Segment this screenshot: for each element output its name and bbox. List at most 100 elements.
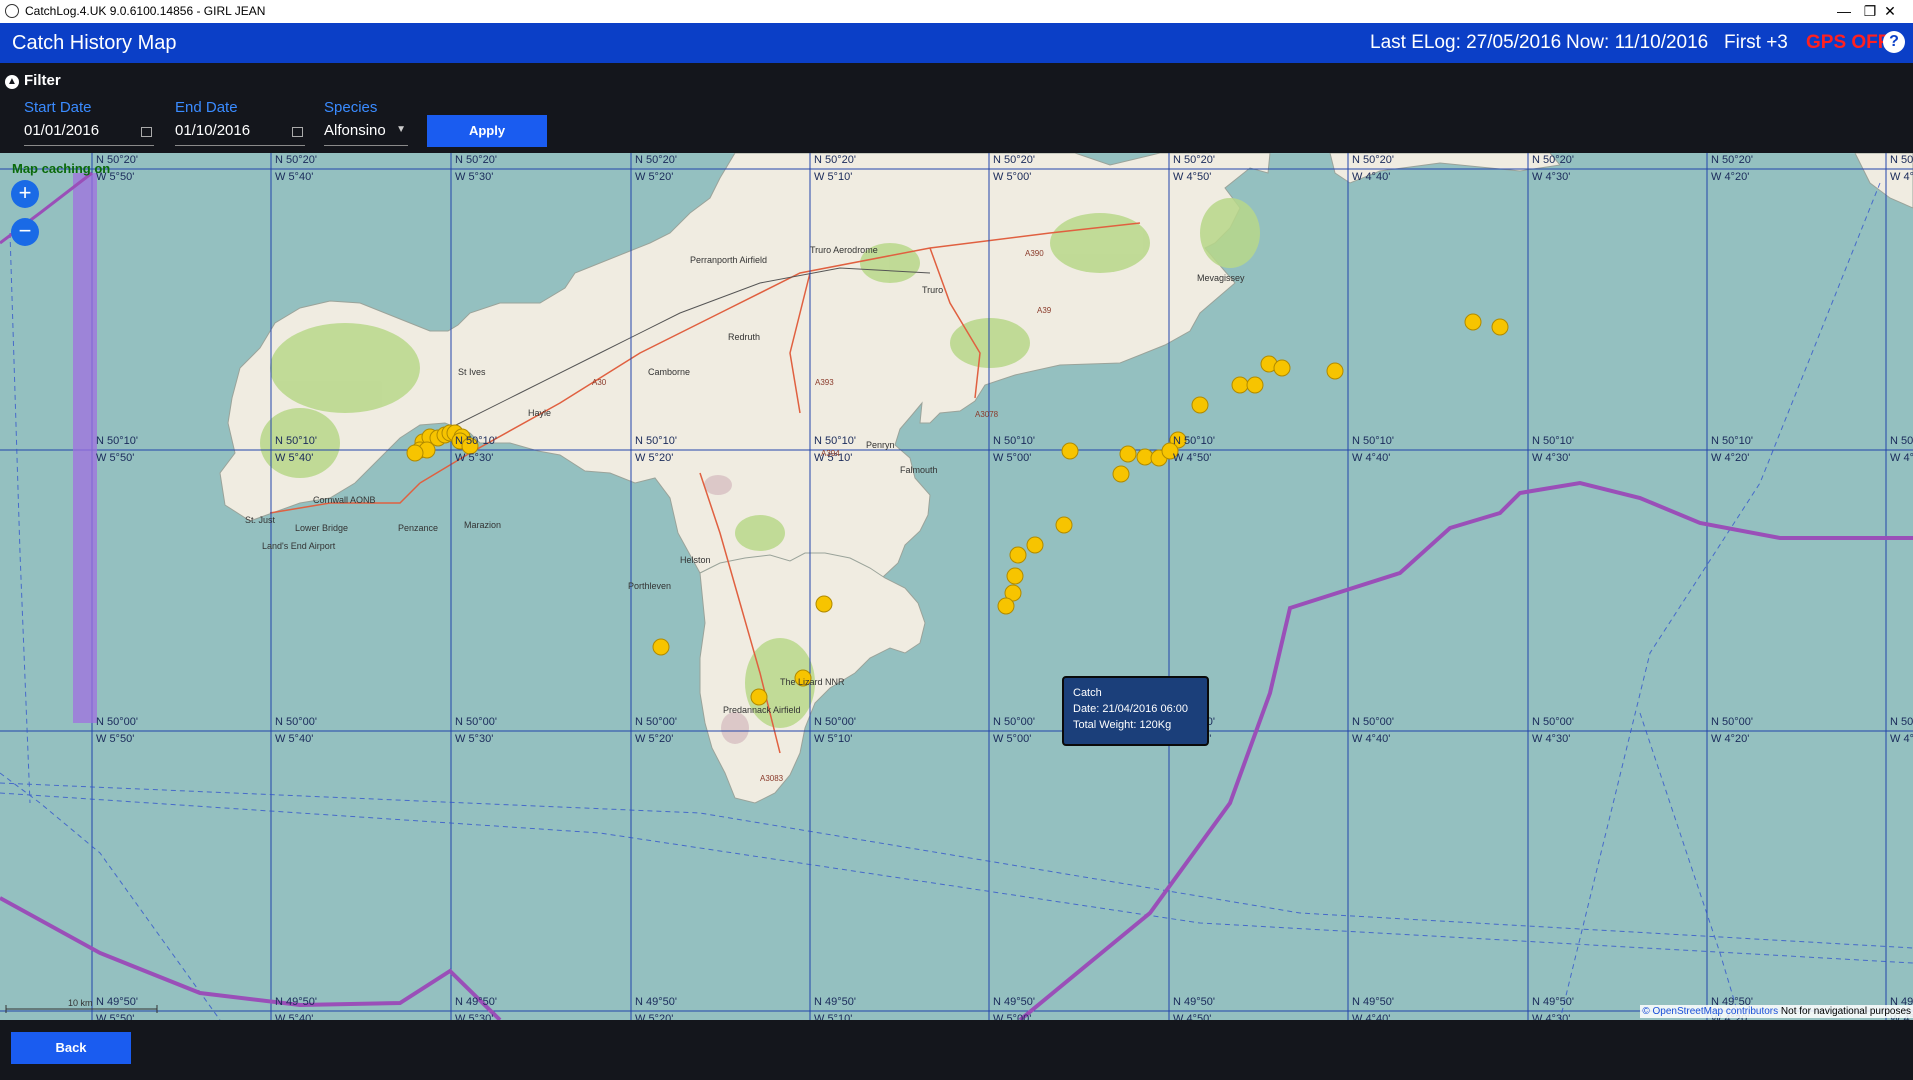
lon-label: W 5°00': [993, 733, 1031, 745]
catch-tooltip: Catch Date: 21/04/2016 06:00 Total Weigh…: [1062, 676, 1209, 746]
catch-marker[interactable]: [1009, 546, 1027, 564]
apply-button[interactable]: Apply: [427, 115, 547, 147]
lat-label: N 50°10': [1352, 435, 1394, 447]
place-label: Predannack Airfield: [723, 705, 801, 715]
catch-marker[interactable]: [1055, 516, 1073, 534]
zoom-out-button[interactable]: −: [11, 218, 39, 246]
lon-label: W 5°10': [814, 171, 852, 183]
help-icon[interactable]: ?: [1883, 31, 1905, 53]
catch-marker[interactable]: [1491, 318, 1509, 336]
catch-marker[interactable]: [750, 688, 768, 706]
lat-label: N 50°20': [455, 154, 497, 166]
calendar-icon[interactable]: [141, 127, 152, 137]
catch-marker[interactable]: [1026, 536, 1044, 554]
lon-label: W 5°30': [455, 171, 493, 183]
lon-label: W 4°20': [1711, 171, 1749, 183]
place-label: St Ives: [458, 367, 486, 377]
catch-marker[interactable]: [997, 597, 1015, 615]
road-label: A39: [1037, 306, 1052, 315]
catch-marker[interactable]: [1191, 396, 1209, 414]
lat-label: N 50°10': [96, 435, 138, 447]
lon-label: W 4°30': [1532, 452, 1570, 464]
catch-marker[interactable]: [1464, 313, 1482, 331]
species-select[interactable]: Alfonsino ▼: [324, 122, 408, 146]
lon-label: W 5°30': [455, 452, 493, 464]
back-button[interactable]: Back: [11, 1032, 131, 1064]
place-label: St. Just: [245, 515, 276, 525]
lon-label: W 5°50': [96, 452, 134, 464]
first-sale-label: First +3: [1724, 32, 1788, 53]
lat-label: N 49°50': [635, 996, 677, 1008]
lon-label: W 4°30': [1532, 733, 1570, 745]
end-date-picker[interactable]: 01/10/2016: [175, 122, 305, 146]
filter-panel: ▲ Filter Start Date 01/01/2016 End Date 0…: [0, 63, 1913, 153]
lat-label: N 50°00': [635, 716, 677, 728]
lat-label: N 50°10': [275, 435, 317, 447]
lat-label: N 50°10': [814, 435, 856, 447]
catch-marker[interactable]: [406, 444, 424, 462]
road-label: A3078: [975, 410, 999, 419]
place-label: Penzance: [398, 523, 438, 533]
filter-toggle-label: Filter: [24, 72, 61, 89]
place-label: The Lizard NNR: [780, 677, 845, 687]
lon-label: W 5°40': [275, 452, 313, 464]
lat-label: N 50°00': [1890, 716, 1913, 728]
lat-label: N 50°00': [814, 716, 856, 728]
lat-label: N 50°20': [1711, 154, 1753, 166]
lon-label: W 5°00': [993, 452, 1031, 464]
lat-label: N 50°10': [1173, 435, 1215, 447]
catch-marker[interactable]: [1326, 362, 1344, 380]
lat-label: N 49°50': [1532, 996, 1574, 1008]
navigation-disclaimer: Not for navigational purposes: [1780, 1006, 1911, 1017]
place-label: Cornwall AONB: [313, 495, 376, 505]
lat-label: N 50°20': [993, 154, 1035, 166]
road-label: A3083: [760, 774, 784, 783]
place-label: Penryn: [866, 440, 895, 450]
lon-label: W 4°40': [1352, 1013, 1390, 1020]
catch-marker[interactable]: [1246, 376, 1264, 394]
tooltip-weight: Total Weight: 120Kg: [1073, 719, 1172, 731]
window-titlebar: CatchLog.4.UK 9.0.6100.14856 - GIRL JEAN…: [0, 0, 1913, 23]
catch-marker[interactable]: [1006, 567, 1024, 585]
map-attribution: © OpenStreetMap contributors Not for nav…: [1640, 1005, 1913, 1018]
lat-label: N 50°00': [1532, 716, 1574, 728]
catch-marker[interactable]: [1231, 376, 1249, 394]
catch-marker[interactable]: [1061, 442, 1079, 460]
lat-label: N 50°10': [635, 435, 677, 447]
lon-label: W 4°1: [1890, 733, 1913, 745]
app-icon: [5, 4, 19, 18]
close-button[interactable]: ✕: [1867, 0, 1913, 23]
lon-label: W 5°00': [993, 1013, 1031, 1020]
end-date-label: End Date: [175, 99, 238, 116]
start-date-picker[interactable]: 01/01/2016: [24, 122, 154, 146]
lon-label: W 5°40': [275, 171, 313, 183]
catch-history-map[interactable]: N 50°20' W 5°50' N 50°20' W 5°40' N 50°20' W …: [0, 153, 1913, 1020]
place-label: Helston: [680, 555, 711, 565]
calendar-icon[interactable]: [292, 127, 303, 137]
road-label: A394: [821, 449, 840, 458]
lon-label: W 4°20': [1711, 733, 1749, 745]
lat-label: N 50°20': [1173, 154, 1215, 166]
catch-marker[interactable]: [1119, 445, 1137, 463]
lon-label: W 4°30': [1532, 1013, 1570, 1020]
lat-label: N 50°10': [1890, 435, 1913, 447]
catch-marker[interactable]: [1112, 465, 1130, 483]
zoom-in-button[interactable]: +: [11, 180, 39, 208]
last-elog-label: Last ELog: 27/05/2016: [1370, 32, 1562, 53]
road-label: A30: [592, 378, 607, 387]
bottom-bar: Back: [0, 1020, 1913, 1080]
tooltip-title: Catch: [1073, 687, 1102, 699]
species-value: Alfonsino: [324, 122, 386, 139]
lat-label: N 50°20': [1352, 154, 1394, 166]
lon-label: W 4°30': [1532, 171, 1570, 183]
lat-label: N 50°10': [455, 435, 497, 447]
place-label: Truro: [922, 285, 943, 295]
catch-marker[interactable]: [1273, 359, 1291, 377]
catch-marker[interactable]: [652, 638, 670, 656]
catch-marker[interactable]: [815, 595, 833, 613]
filter-toggle[interactable]: ▲ Filter: [5, 72, 61, 89]
place-label: Falmouth: [900, 465, 938, 475]
lon-label: W 5°20': [635, 171, 673, 183]
osm-attribution-link[interactable]: © OpenStreetMap contributors: [1642, 1006, 1778, 1017]
window-title: CatchLog.4.UK 9.0.6100.14856 - GIRL JEAN: [25, 4, 266, 18]
